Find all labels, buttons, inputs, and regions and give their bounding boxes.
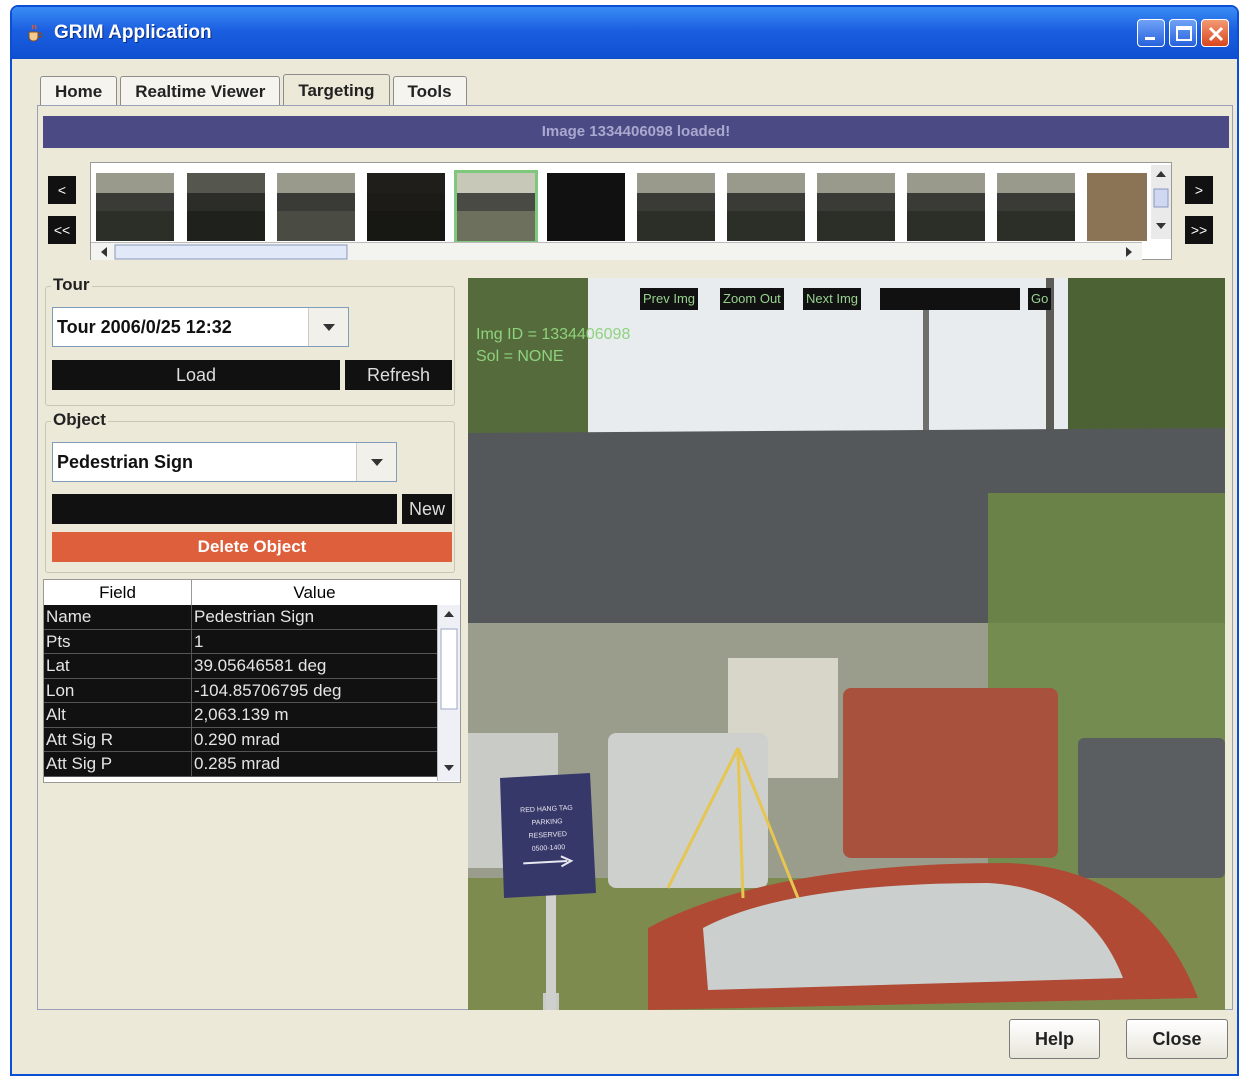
targeting-panel: Image 1334406098 loaded! < << > >> Tour … bbox=[37, 105, 1233, 1010]
thumbnail[interactable] bbox=[997, 173, 1075, 241]
close-icon bbox=[1208, 26, 1224, 42]
parking-sign: RED HANG TAG PARKING RESERVED 0500-1400 bbox=[506, 801, 590, 876]
table-row[interactable]: Lon -104.85706795 deg bbox=[44, 678, 437, 703]
zoom-out-button[interactable]: Zoom Out bbox=[720, 288, 784, 310]
value-cell: 0.285 mrad bbox=[194, 754, 280, 773]
field-cell: Alt bbox=[44, 703, 192, 727]
sol-label: Sol = NONE bbox=[476, 348, 564, 365]
table-row[interactable]: Lat 39.05646581 deg bbox=[44, 654, 437, 679]
go-button[interactable]: Go bbox=[1028, 288, 1052, 310]
field-cell: Att Sig R bbox=[44, 727, 192, 752]
tab-home[interactable]: Home bbox=[40, 76, 118, 106]
object-group-label: Object bbox=[51, 410, 108, 430]
value-cell: 2,063.139 m bbox=[194, 705, 289, 724]
chevron-down-icon[interactable] bbox=[356, 443, 396, 481]
value-cell: 1 bbox=[194, 631, 204, 651]
thumbnail-strip[interactable] bbox=[90, 162, 1172, 260]
prev-img-button[interactable]: Prev Img bbox=[640, 288, 699, 310]
thumbnail[interactable] bbox=[277, 173, 355, 241]
properties-table[interactable]: Field Value Name Pedestrian Sign Pts 1 Lat… bbox=[43, 579, 461, 783]
delete-object-button[interactable]: Delete Object bbox=[52, 532, 452, 562]
field-cell: Lat bbox=[44, 654, 192, 678]
thumbnail[interactable] bbox=[637, 173, 715, 241]
tour-select-value: Tour 2006/0/25 12:32 bbox=[57, 317, 232, 337]
image-viewer[interactable]: RED HANG TAG PARKING RESERVED 0500-1400 … bbox=[468, 278, 1225, 1010]
last-thumb-button[interactable]: >> bbox=[1185, 216, 1213, 244]
table-row[interactable]: Alt 2,063.139 m bbox=[44, 703, 437, 728]
thumbnail[interactable] bbox=[367, 173, 445, 241]
refresh-button[interactable]: Refresh bbox=[345, 360, 452, 390]
maximize-button[interactable] bbox=[1169, 19, 1197, 47]
close-button[interactable]: Close bbox=[1126, 1019, 1228, 1059]
tab-targeting[interactable]: Targeting bbox=[283, 74, 390, 106]
object-select[interactable]: Pedestrian Sign bbox=[52, 442, 397, 482]
table-scrollbar[interactable] bbox=[437, 605, 460, 781]
java-coffee-icon bbox=[28, 24, 43, 42]
field-cell: Name bbox=[44, 605, 192, 629]
thumbnail[interactable] bbox=[1087, 173, 1147, 241]
table-row[interactable]: Pts 1 bbox=[44, 629, 437, 654]
thumbnail[interactable] bbox=[907, 173, 985, 241]
column-header-value[interactable]: Value bbox=[192, 580, 437, 605]
prev-thumb-button[interactable]: < bbox=[48, 176, 76, 204]
value-cell: Pedestrian Sign bbox=[194, 607, 315, 626]
status-banner: Image 1334406098 loaded! bbox=[43, 116, 1229, 148]
value-cell: 39.05646581 deg bbox=[194, 656, 327, 675]
goto-image-input[interactable] bbox=[880, 288, 1020, 310]
thumbnail[interactable] bbox=[817, 173, 895, 241]
tab-tools[interactable]: Tools bbox=[392, 76, 467, 106]
field-cell: Pts bbox=[44, 629, 192, 654]
object-select-value: Pedestrian Sign bbox=[57, 452, 194, 472]
thumbnail[interactable] bbox=[187, 173, 265, 241]
tab-bar: Home Realtime Viewer Targeting Tools bbox=[40, 74, 470, 106]
chevron-down-icon[interactable] bbox=[308, 308, 348, 346]
table-body: Name Pedestrian Sign Pts 1 Lat 39.05646581 … bbox=[44, 605, 437, 777]
minimize-icon bbox=[1145, 37, 1155, 40]
first-thumb-button[interactable]: << bbox=[48, 216, 76, 244]
tour-select[interactable]: Tour 2006/0/25 12:32 bbox=[52, 307, 349, 347]
object-name-input[interactable] bbox=[52, 494, 397, 524]
image-id-label: Img ID = 1334406098 bbox=[476, 326, 631, 343]
scroll-arrows-icon bbox=[1153, 171, 1169, 229]
thumbnail-selected[interactable] bbox=[454, 170, 538, 244]
field-cell: Att Sig P bbox=[44, 752, 192, 776]
column-header-field[interactable]: Field bbox=[44, 580, 192, 605]
table-header: Field Value bbox=[44, 580, 437, 605]
table-row[interactable]: Name Pedestrian Sign bbox=[44, 605, 437, 630]
new-object-button[interactable]: New bbox=[402, 494, 452, 524]
table-row[interactable]: Att Sig P 0.285 mrad bbox=[44, 752, 437, 777]
arrow-right-icon bbox=[523, 855, 574, 868]
next-thumb-button[interactable]: > bbox=[1185, 176, 1213, 204]
minimize-button[interactable] bbox=[1137, 19, 1165, 47]
scroll-arrows-icon bbox=[440, 611, 458, 771]
table-row[interactable]: Att Sig R 0.290 mrad bbox=[44, 727, 437, 752]
thumbnail[interactable] bbox=[96, 173, 174, 241]
scroll-track-icon bbox=[101, 244, 1132, 260]
tour-group-label: Tour bbox=[51, 275, 92, 295]
window-body: Home Realtime Viewer Targeting Tools Ima… bbox=[12, 59, 1237, 1074]
title-bar[interactable]: GRIM Application bbox=[12, 7, 1237, 59]
window-title: GRIM Application bbox=[54, 22, 212, 43]
help-button[interactable]: Help bbox=[1009, 1019, 1100, 1059]
load-button[interactable]: Load bbox=[52, 360, 340, 390]
thumbnail[interactable] bbox=[727, 173, 805, 241]
street-scene-image bbox=[468, 278, 1225, 1010]
thumbnail-horizontal-scrollbar[interactable] bbox=[91, 242, 1142, 260]
field-cell: Lon bbox=[44, 678, 192, 703]
maximize-icon bbox=[1176, 26, 1192, 41]
value-cell: -104.85706795 deg bbox=[194, 680, 342, 700]
app-window: GRIM Application Home Realtime Viewer Ta… bbox=[10, 5, 1239, 1076]
value-cell: 0.290 mrad bbox=[194, 729, 280, 749]
thumbnail[interactable] bbox=[547, 173, 625, 241]
close-window-button[interactable] bbox=[1201, 19, 1229, 47]
tab-realtime-viewer[interactable]: Realtime Viewer bbox=[120, 76, 281, 106]
thumbnail-vertical-scrollbar[interactable] bbox=[1151, 165, 1171, 239]
next-img-button[interactable]: Next Img bbox=[803, 288, 862, 310]
